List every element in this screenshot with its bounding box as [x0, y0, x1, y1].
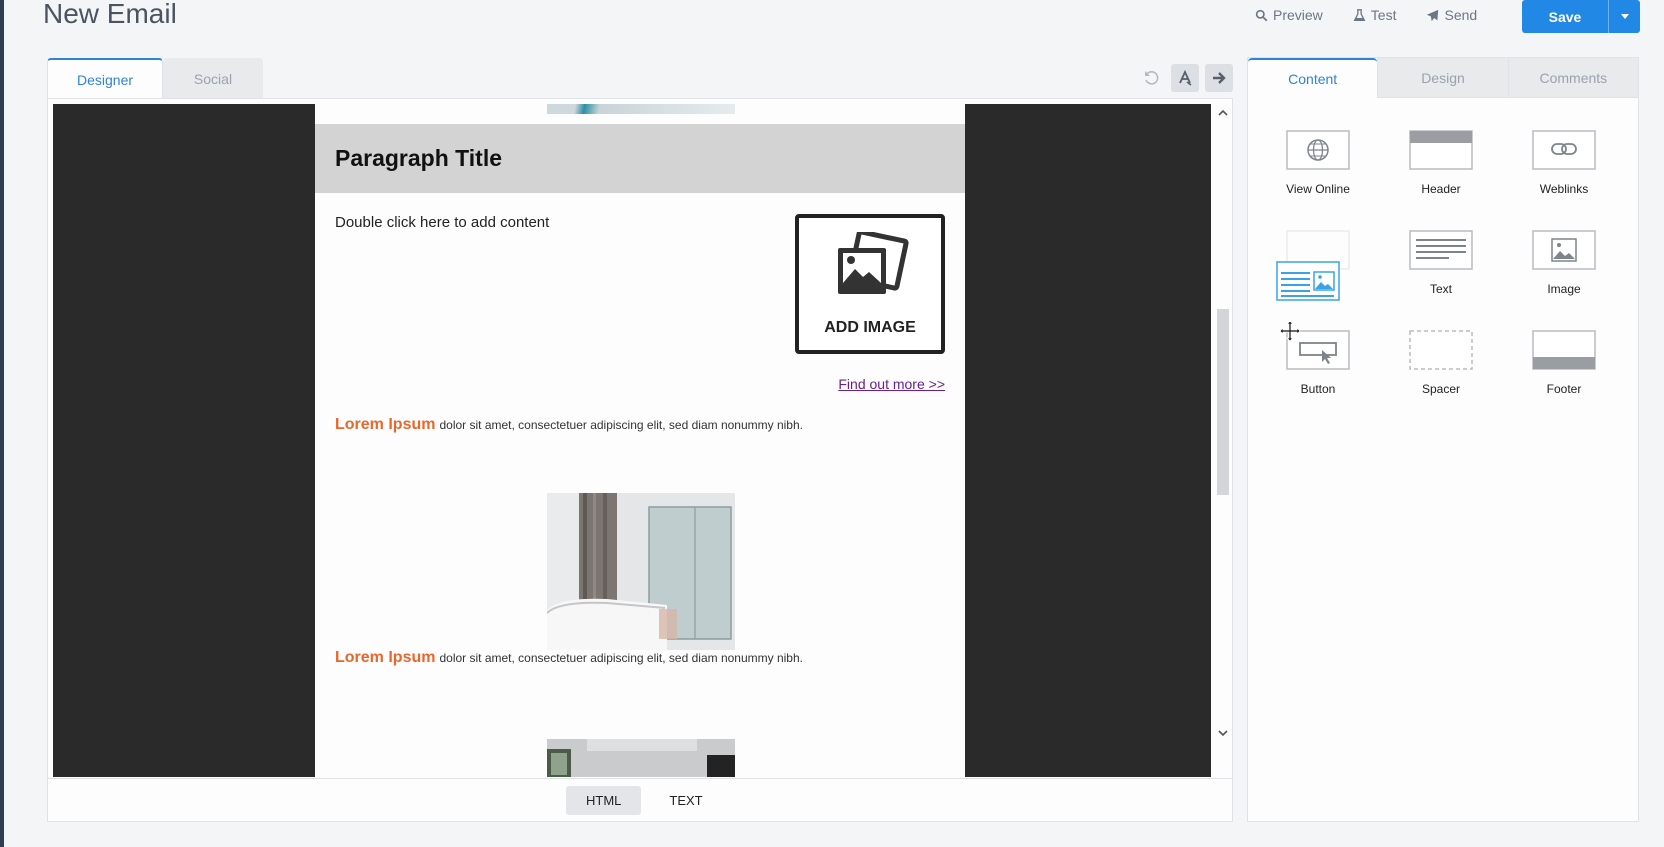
- page-title: New Email: [43, 0, 177, 29]
- test-button[interactable]: Test: [1353, 7, 1397, 23]
- designer-panel: Designer Social Paragraph Title Double c…: [47, 58, 1233, 822]
- chevron-down-icon: [1620, 14, 1629, 19]
- spacer-block-icon: [1409, 330, 1473, 370]
- block-label: Image: [1547, 282, 1581, 296]
- find-out-more-link[interactable]: Find out more >>: [838, 376, 945, 392]
- search-icon: [1255, 9, 1268, 21]
- footer-block-icon: [1532, 330, 1596, 370]
- arrow-right-icon: [1213, 72, 1226, 84]
- lorem-heading: Lorem Ipsum: [335, 416, 436, 433]
- font-style-button[interactable]: [1171, 64, 1199, 92]
- block-weblinks[interactable]: Weblinks: [1504, 98, 1624, 198]
- globe-icon: [1286, 130, 1350, 170]
- preview-button[interactable]: Preview: [1255, 7, 1323, 23]
- block-header[interactable]: Header: [1381, 98, 1501, 198]
- image-placeholder-icon: [838, 232, 909, 294]
- header-block-icon: [1409, 130, 1473, 170]
- block-label: View Online: [1286, 182, 1350, 196]
- paragraph-title-block[interactable]: Paragraph Title: [315, 124, 965, 193]
- text-block-icon: [1409, 230, 1473, 270]
- block-text[interactable]: Text: [1381, 198, 1501, 298]
- email-body[interactable]: Paragraph Title Double click here to add…: [315, 104, 965, 777]
- scroll-down-icon[interactable]: [1217, 727, 1229, 739]
- send-button[interactable]: Send: [1426, 7, 1477, 23]
- content-placeholder[interactable]: Double click here to add content: [335, 214, 549, 231]
- block-label: Text: [1429, 282, 1452, 296]
- undo-icon: [1145, 71, 1159, 85]
- block-label: Footer: [1546, 382, 1582, 396]
- mode-html-button[interactable]: HTML: [566, 786, 642, 815]
- save-options-button[interactable]: [1608, 0, 1640, 33]
- block-label: Spacer: [1421, 382, 1461, 396]
- block-view-online[interactable]: View Online: [1258, 98, 1378, 198]
- tab-social[interactable]: Social: [163, 58, 263, 99]
- font-style-icon: [1179, 70, 1192, 86]
- tab-design[interactable]: Design: [1377, 58, 1508, 98]
- preview-label: Preview: [1273, 7, 1323, 23]
- lorem-text: dolor sit amet, consectetuer adipiscing …: [439, 651, 803, 665]
- canvas-scrollbar[interactable]: [1216, 104, 1230, 777]
- block-spacer[interactable]: Spacer: [1381, 298, 1501, 398]
- dragging-block-ghost[interactable]: [1276, 261, 1340, 301]
- tab-content[interactable]: Content: [1248, 58, 1378, 98]
- image-block-icon: [1532, 230, 1596, 270]
- block-label: Weblinks: [1539, 182, 1589, 196]
- bathroom-photo-art: [547, 493, 735, 650]
- block-label: Header: [1421, 182, 1461, 196]
- undo-button[interactable]: [1137, 64, 1165, 92]
- paragraph-title[interactable]: Paragraph Title: [335, 145, 502, 172]
- lorem-item[interactable]: Lorem Ipsum dolor sit amet, consectetuer …: [335, 649, 803, 667]
- move-cursor-icon: [1278, 319, 1302, 343]
- save-button-group: Save: [1522, 0, 1640, 33]
- left-edge-strip: [0, 0, 4, 847]
- link-icon: [1532, 130, 1596, 170]
- top-image-fragment[interactable]: [547, 104, 735, 114]
- block-footer[interactable]: Footer: [1504, 298, 1624, 398]
- paper-plane-icon: [1427, 9, 1439, 21]
- content-sidebar: Content Design Comments View Online Head…: [1247, 57, 1639, 822]
- test-label: Test: [1370, 7, 1397, 23]
- editor-mode-bar: HTML TEXT: [47, 779, 1233, 822]
- send-label: Send: [1444, 7, 1478, 23]
- designer-tabs: Designer Social: [47, 58, 263, 99]
- next-button[interactable]: [1205, 64, 1233, 92]
- bathroom-photo[interactable]: [547, 493, 735, 650]
- email-canvas[interactable]: Paragraph Title Double click here to add…: [53, 104, 1211, 777]
- kitchen-photo[interactable]: [547, 739, 735, 777]
- email-canvas-frame: Paragraph Title Double click here to add…: [47, 98, 1233, 779]
- lorem-heading: Lorem Ipsum: [335, 649, 436, 666]
- tab-designer[interactable]: Designer: [47, 58, 163, 99]
- lorem-text: dolor sit amet, consectetuer adipiscing …: [439, 418, 803, 432]
- block-image[interactable]: Image: [1504, 198, 1624, 298]
- block-label: Button: [1300, 382, 1336, 396]
- flask-icon: [1353, 8, 1366, 21]
- sidebar-tabs: Content Design Comments: [1248, 58, 1638, 98]
- add-image-label: ADD IMAGE: [824, 319, 916, 336]
- block-button[interactable]: Button: [1258, 298, 1378, 398]
- scroll-thumb[interactable]: [1217, 309, 1229, 495]
- mode-text-button[interactable]: TEXT: [649, 786, 722, 815]
- tab-comments[interactable]: Comments: [1507, 58, 1638, 98]
- header-actions: Preview Test Send: [1255, 0, 1477, 30]
- lorem-item[interactable]: Lorem Ipsum dolor sit amet, consectetuer …: [335, 416, 803, 434]
- kitchen-photo-art: [547, 739, 735, 777]
- scroll-up-icon[interactable]: [1217, 107, 1229, 119]
- add-image-placeholder[interactable]: ADD IMAGE: [795, 214, 945, 354]
- mode-toggle: HTML TEXT: [566, 786, 723, 815]
- designer-toolbar: [1137, 64, 1233, 92]
- save-button[interactable]: Save: [1522, 0, 1608, 33]
